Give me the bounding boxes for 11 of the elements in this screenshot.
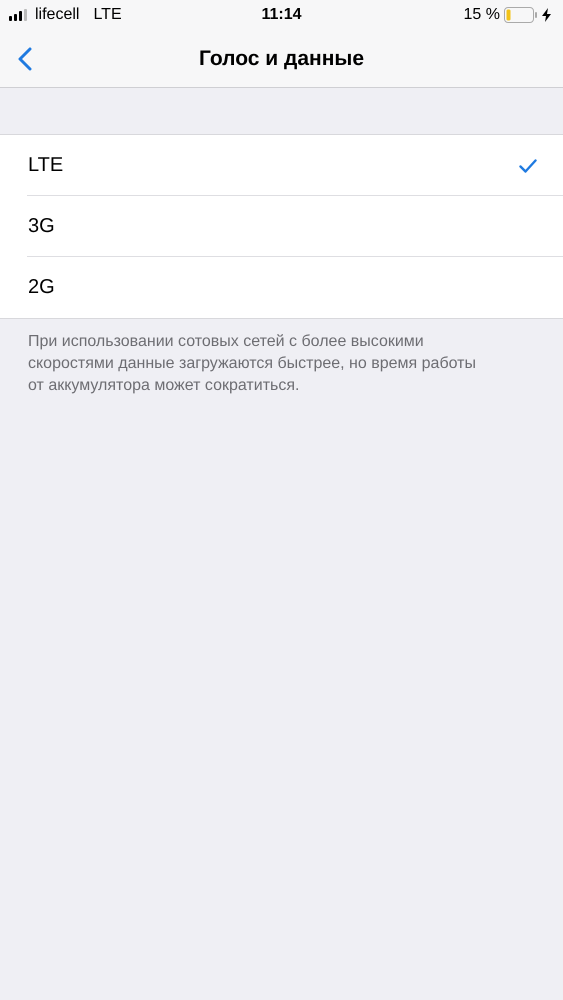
battery-percent: 15 % xyxy=(464,6,500,24)
signal-icon xyxy=(9,9,29,21)
screen-title: Голос и данные xyxy=(198,46,364,70)
network-type: LTE xyxy=(93,6,122,24)
network-option[interactable]: 2G xyxy=(0,257,563,318)
status-time: 11:14 xyxy=(261,6,302,23)
battery-icon xyxy=(504,7,538,23)
footer-note: При использовании сотовых сетей с более высокими скоростями данные загружаются быстрее, но время работы от аккумулятора может сократиться. xyxy=(28,332,477,396)
carrier-name: lifecell xyxy=(35,6,80,24)
charging-icon xyxy=(542,8,551,22)
back-icon xyxy=(18,47,32,71)
